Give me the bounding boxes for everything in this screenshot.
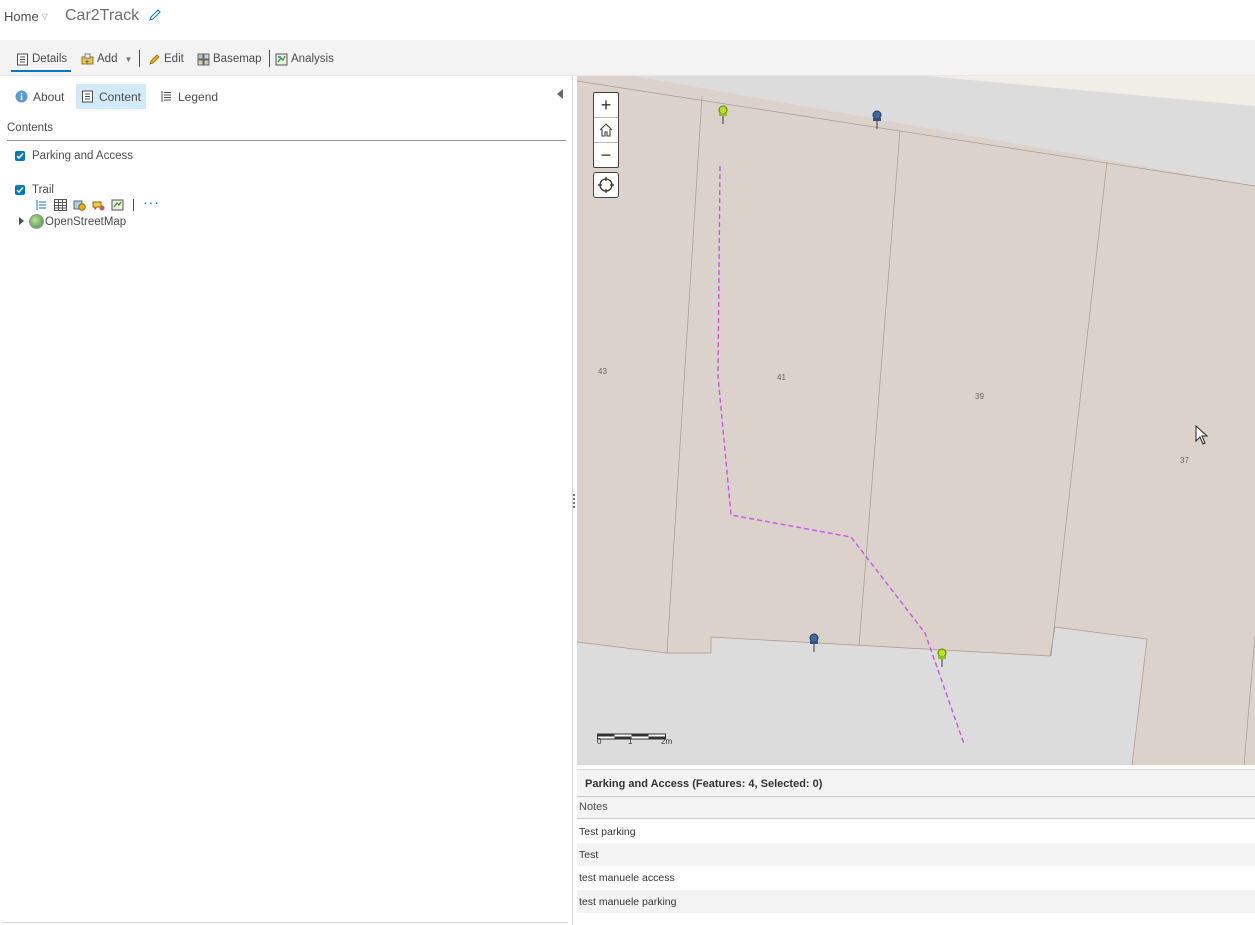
- zoom-out-button[interactable]: −: [594, 142, 618, 167]
- show-legend-icon[interactable]: [35, 199, 48, 211]
- top-bar: Home ▽ Car2Track: [0, 0, 1255, 40]
- home-extent-button[interactable]: [594, 117, 618, 142]
- tab-content-label: Content: [98, 89, 141, 104]
- svg-text:+: +: [85, 59, 89, 66]
- parking-pin-green[interactable]: [936, 648, 948, 668]
- table-icon[interactable]: [54, 199, 67, 211]
- table-cell: test manuele access: [579, 872, 675, 884]
- tools-divider: [133, 199, 134, 211]
- check-icon: [16, 153, 24, 160]
- table-cell: Test: [579, 849, 599, 861]
- configure-popup-icon[interactable]: [92, 199, 105, 211]
- house-number: 43: [598, 367, 607, 376]
- details-icon: [17, 53, 28, 65]
- add-data-icon: +: [81, 53, 94, 66]
- panel-splitter-handle[interactable]: [572, 492, 576, 508]
- tab-legend-label: Legend: [178, 89, 219, 104]
- toolbar: Details + Add ▼ Edit Basemap Analysis: [0, 40, 1255, 76]
- table-row[interactable]: Test parking: [577, 820, 1255, 843]
- edit-label: Edit: [164, 53, 184, 65]
- scalebar-label: 0: [597, 737, 602, 746]
- house-number: 41: [777, 373, 786, 382]
- perform-analysis-icon[interactable]: [111, 199, 124, 211]
- add-button[interactable]: + Add ▼: [81, 49, 132, 69]
- access-pin-blue[interactable]: [808, 633, 820, 653]
- column-header-label: Notes: [579, 801, 608, 813]
- house-number: 39: [975, 392, 984, 401]
- house-number: 37: [1180, 456, 1189, 465]
- toolbar-divider: [139, 50, 140, 67]
- zoom-controls: + −: [593, 92, 619, 168]
- analysis-icon: [275, 53, 288, 65]
- home-label: Home: [4, 9, 39, 24]
- attribute-table-header: Parking and Access (Features: 4, Selecte…: [577, 769, 1255, 798]
- details-active-underline: [11, 70, 71, 72]
- layer-checkbox-trail[interactable]: [15, 185, 25, 195]
- basemap-canvas: [577, 76, 1255, 765]
- map-title: Car2Track: [65, 7, 140, 24]
- layer-label-openstreetmap[interactable]: OpenStreetMap: [45, 216, 126, 228]
- info-icon: [15, 90, 28, 103]
- content-icon: [81, 90, 93, 103]
- tab-about-label: About: [33, 89, 65, 104]
- layer-checkbox-parking[interactable]: [15, 151, 25, 161]
- chevron-down-icon: ▼: [124, 54, 133, 64]
- layer-label-parking[interactable]: Parking and Access: [32, 150, 133, 162]
- map-view[interactable]: 43 41 39 37 + − 0 1 2m: [577, 76, 1255, 765]
- pencil-icon[interactable]: [148, 8, 162, 22]
- chevron-down-icon: ▽: [41, 12, 48, 21]
- change-style-icon[interactable]: [73, 199, 86, 211]
- attribute-table-title: Parking and Access (Features: 4, Selecte…: [585, 778, 823, 790]
- scalebar: 0 1 2m: [597, 728, 672, 748]
- analysis-label: Analysis: [291, 53, 334, 65]
- pencil-icon: [149, 53, 160, 65]
- globe-icon: [29, 214, 44, 229]
- zoom-in-button[interactable]: +: [594, 93, 618, 117]
- tab-about[interactable]: About: [10, 84, 69, 109]
- access-pin-blue[interactable]: [871, 110, 883, 130]
- parking-pin-green[interactable]: [717, 105, 729, 125]
- attribute-table: Parking and Access (Features: 4, Selecte…: [577, 769, 1255, 925]
- basemap-label: Basemap: [213, 53, 262, 65]
- table-cell: test manuele parking: [579, 896, 677, 908]
- basemap-grid-icon: [197, 53, 210, 65]
- home-menu[interactable]: Home ▽: [4, 9, 48, 24]
- locate-icon: [598, 177, 614, 193]
- table-row[interactable]: Test: [577, 843, 1255, 866]
- contents-divider: [7, 140, 566, 141]
- contents-panel: About Content Legend Contents Parking an…: [0, 76, 573, 925]
- legend-icon: [161, 91, 171, 102]
- table-row[interactable]: test manuele access: [577, 866, 1255, 889]
- details-label: Details: [32, 53, 68, 65]
- locate-button[interactable]: [593, 172, 619, 198]
- column-header-notes[interactable]: Notes: [577, 797, 1255, 819]
- analysis-button[interactable]: Analysis: [275, 49, 334, 69]
- tab-content[interactable]: Content: [76, 84, 146, 109]
- table-row[interactable]: test manuele parking: [577, 890, 1255, 913]
- panel-bottom-divider: [2, 922, 568, 923]
- contents-heading: Contents: [7, 122, 54, 134]
- layer-label-trail[interactable]: Trail: [32, 184, 54, 196]
- scalebar-label: 2m: [661, 737, 673, 746]
- home-icon: [599, 123, 613, 137]
- basemap-button[interactable]: Basemap: [197, 49, 262, 69]
- expand-arrow-icon[interactable]: [19, 217, 24, 225]
- check-icon: [16, 187, 24, 194]
- collapse-panel-icon[interactable]: [557, 89, 563, 99]
- mouse-cursor-icon: [1195, 425, 1209, 445]
- table-cell: Test parking: [579, 826, 636, 838]
- edit-button[interactable]: Edit: [148, 49, 184, 69]
- details-button[interactable]: Details: [16, 49, 67, 69]
- more-options-icon[interactable]: ···: [143, 195, 160, 209]
- toolbar-divider: [269, 50, 270, 67]
- scalebar-label: 1: [628, 737, 633, 746]
- layer-tools: ···: [35, 195, 160, 212]
- add-label: Add: [97, 53, 118, 65]
- tab-legend[interactable]: Legend: [155, 84, 223, 109]
